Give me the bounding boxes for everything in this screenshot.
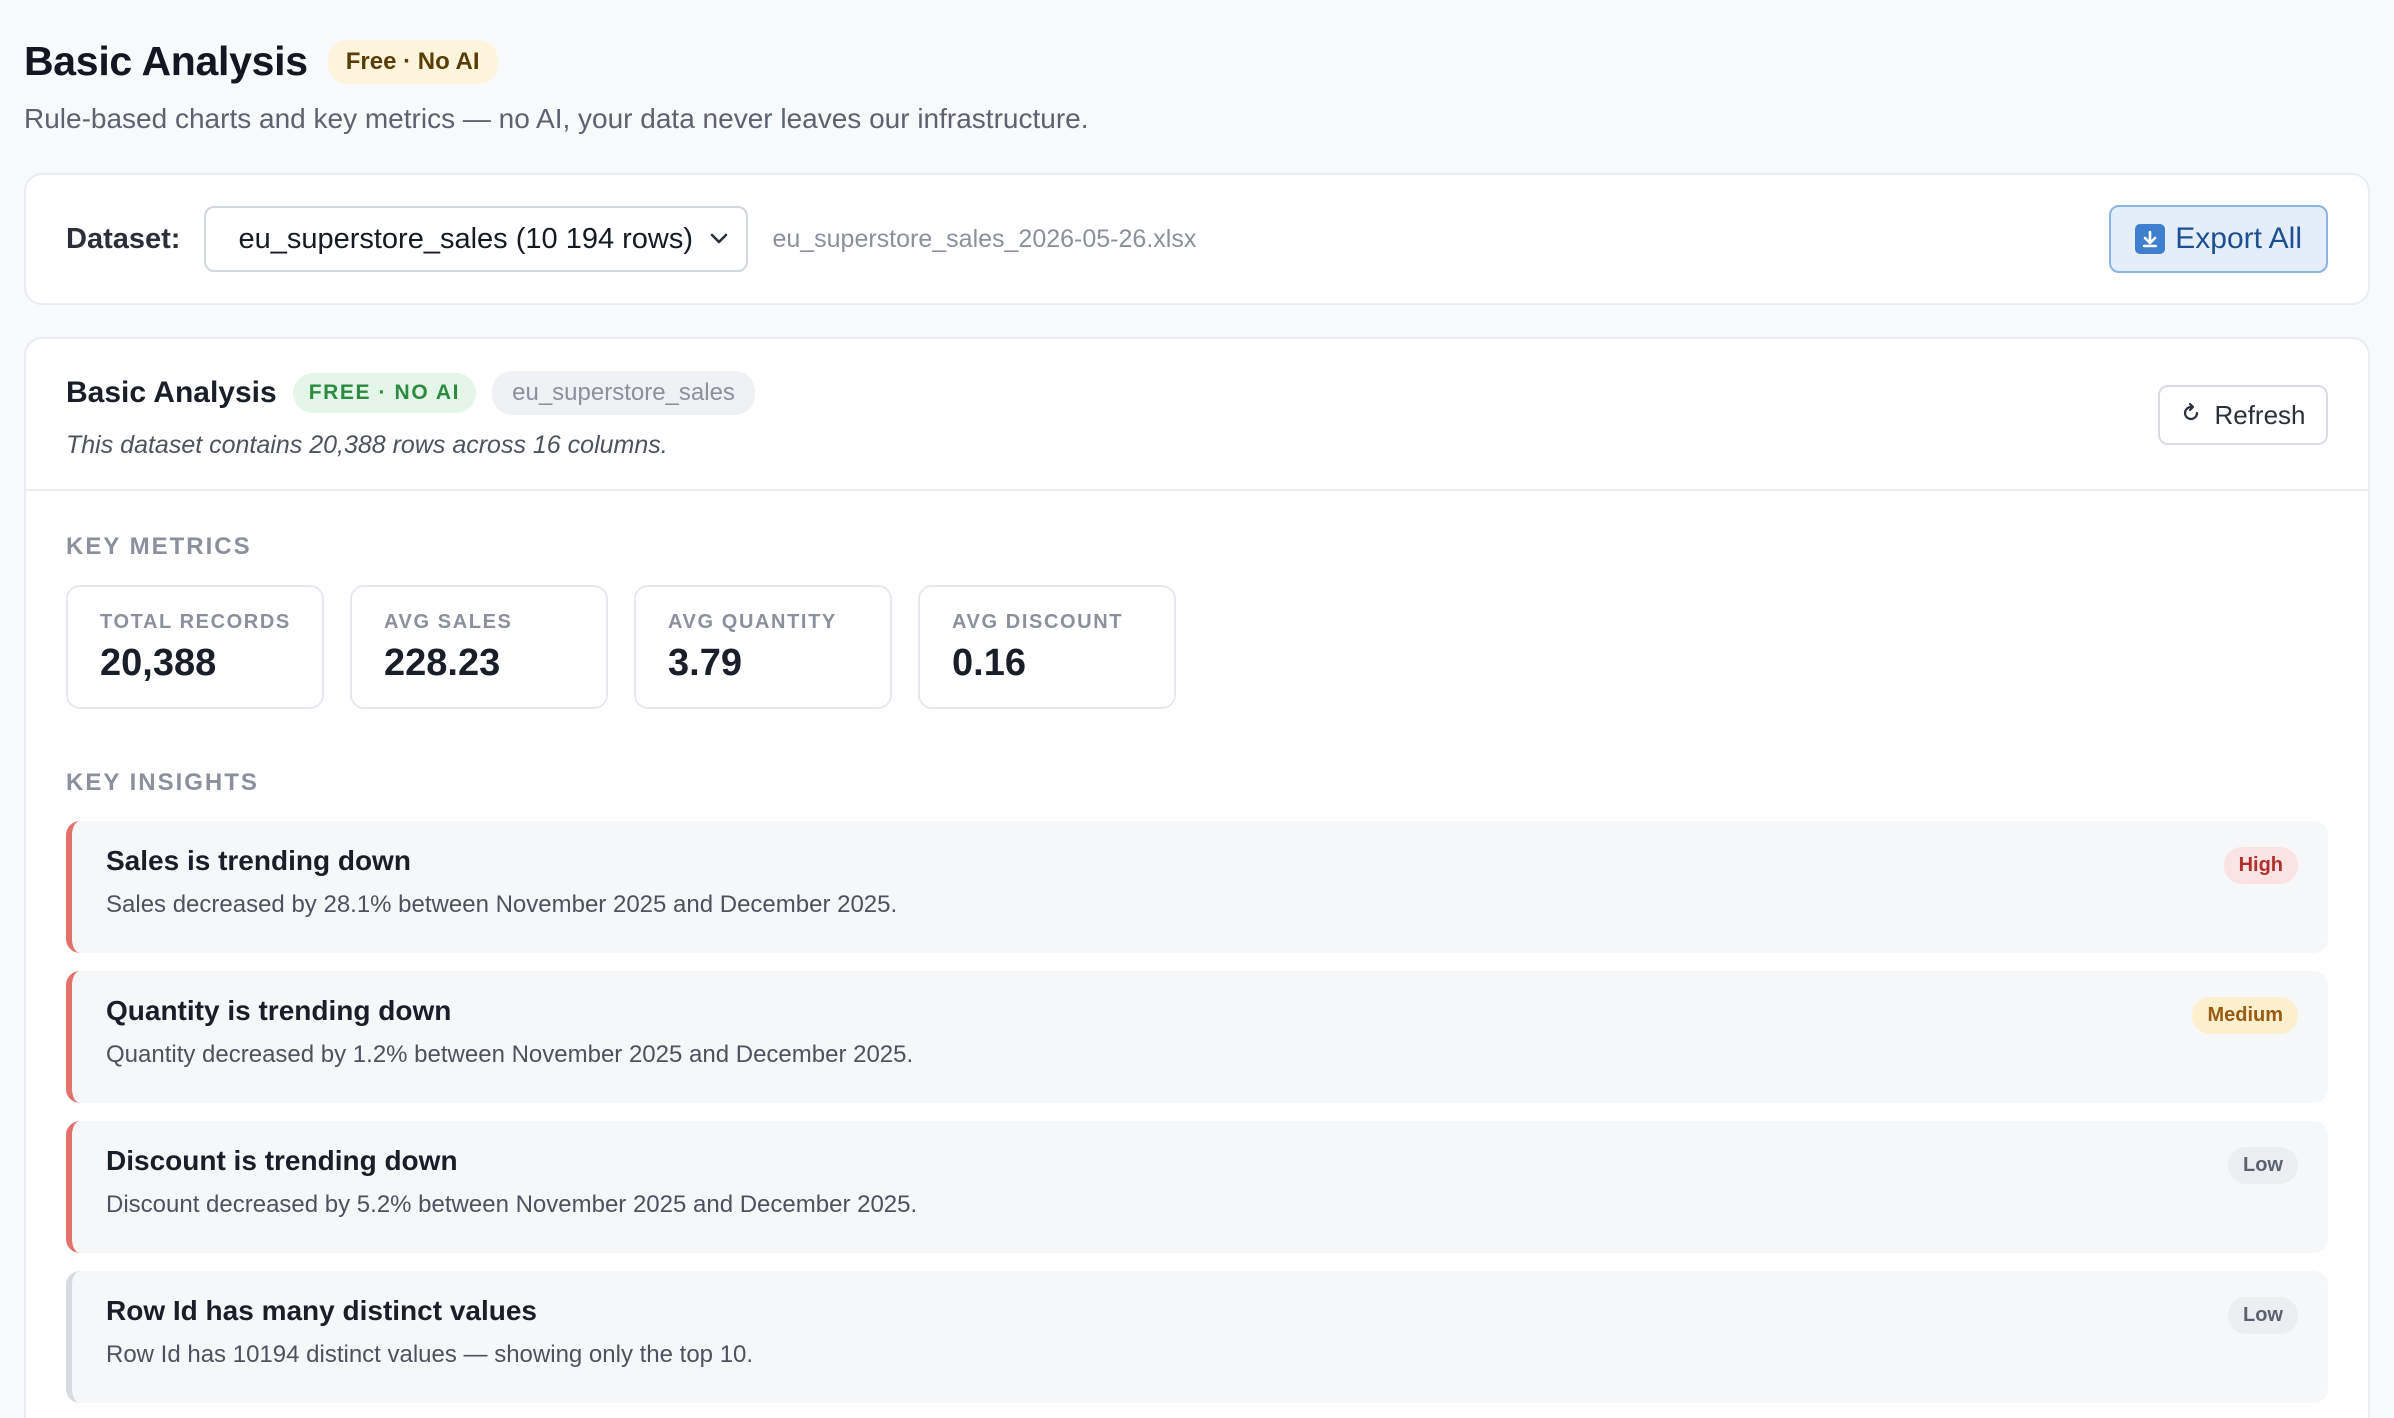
- refresh-icon: [2180, 400, 2202, 431]
- metric-label: AVG SALES: [384, 611, 513, 633]
- severity-badge: Low: [2228, 1147, 2298, 1184]
- page-subtitle: Rule-based charts and key metrics — no A…: [24, 103, 1089, 134]
- page-header: Basic Analysis Free · No AI Rule-based c…: [24, 0, 2370, 135]
- metric-value: 20,388: [100, 642, 217, 684]
- dataset-select[interactable]: eu_superstore_sales (10 194 rows): [204, 206, 749, 272]
- analysis-header: Basic Analysis FREE · NO AI eu_superstor…: [26, 339, 2368, 491]
- key-metrics-label: KEY METRICS: [66, 533, 252, 560]
- dataset-chip: eu_superstore_sales: [492, 371, 755, 415]
- insight-description: Sales decreased by 28.1% between Novembe…: [106, 891, 898, 918]
- metric-label: AVG DISCOUNT: [952, 611, 1124, 633]
- analysis-description: This dataset contains 20,388 rows across…: [66, 431, 668, 459]
- metric-card-avg-quantity: AVG QUANTITY 3.79: [634, 585, 892, 709]
- analysis-title: Basic Analysis: [66, 376, 277, 409]
- dataset-label: Dataset:: [66, 222, 181, 255]
- metric-value: 0.16: [952, 642, 1026, 684]
- free-badge: Free · No AI: [327, 39, 498, 84]
- dataset-file-name: eu_superstore_sales_2026-05-26.xlsx: [772, 224, 1197, 253]
- analysis-card: Basic Analysis FREE · NO AI eu_superstor…: [24, 337, 2370, 1418]
- dataset-select-value: eu_superstore_sales (10 194 rows): [238, 222, 694, 255]
- metric-label: TOTAL RECORDS: [100, 611, 291, 633]
- key-metrics-section: KEY METRICS TOTAL RECORDS 20,388 AVG SAL…: [26, 533, 2368, 1403]
- export-all-button[interactable]: Export All: [2109, 205, 2328, 273]
- title-row: Basic Analysis Free · No AI: [24, 38, 2370, 85]
- insight-description: Quantity decreased by 1.2% between Novem…: [106, 1041, 914, 1068]
- severity-badge: Medium: [2192, 997, 2298, 1034]
- free-no-ai-badge: FREE · NO AI: [292, 373, 477, 413]
- metric-card-total-records: TOTAL RECORDS 20,388: [66, 585, 324, 709]
- insight-item: Discount is trending down Discount decre…: [66, 1121, 2328, 1253]
- download-icon: [2135, 224, 2166, 254]
- refresh-button[interactable]: Refresh: [2158, 385, 2328, 445]
- key-insights-label: KEY INSIGHTS: [66, 769, 259, 796]
- severity-badge: Low: [2228, 1297, 2298, 1334]
- export-all-label: Export All: [2175, 222, 2302, 255]
- insight-description: Row Id has 10194 distinct values — showi…: [106, 1341, 754, 1368]
- analysis-title-row: Basic Analysis FREE · NO AI eu_superstor…: [66, 371, 2328, 415]
- dataset-bar: Dataset: eu_superstore_sales (10 194 row…: [24, 173, 2370, 305]
- metric-card-avg-discount: AVG DISCOUNT 0.16: [918, 585, 1176, 709]
- metric-value: 228.23: [384, 642, 501, 684]
- severity-badge: High: [2223, 847, 2298, 884]
- page-title: Basic Analysis: [24, 38, 308, 84]
- insight-title: Row Id has many distinct values: [106, 1295, 538, 1326]
- insight-description: Discount decreased by 5.2% between Novem…: [106, 1191, 918, 1218]
- insight-item: Quantity is trending down Quantity decre…: [66, 971, 2328, 1103]
- insights-list: Sales is trending down Sales decreased b…: [66, 821, 2328, 1403]
- insight-title: Sales is trending down: [106, 845, 411, 876]
- page: Basic Analysis Free · No AI Rule-based c…: [0, 0, 2394, 1418]
- metric-card-avg-sales: AVG SALES 228.23: [350, 585, 608, 709]
- insight-item: Row Id has many distinct values Row Id h…: [66, 1271, 2328, 1403]
- refresh-label: Refresh: [2214, 399, 2306, 430]
- insight-title: Quantity is trending down: [106, 995, 452, 1026]
- metric-value: 3.79: [668, 642, 742, 684]
- chevron-down-icon: [706, 226, 732, 252]
- metric-label: AVG QUANTITY: [668, 611, 837, 633]
- metrics-row: TOTAL RECORDS 20,388 AVG SALES 228.23 AV…: [66, 585, 2328, 709]
- insight-item: Sales is trending down Sales decreased b…: [66, 821, 2328, 953]
- insight-title: Discount is trending down: [106, 1145, 458, 1176]
